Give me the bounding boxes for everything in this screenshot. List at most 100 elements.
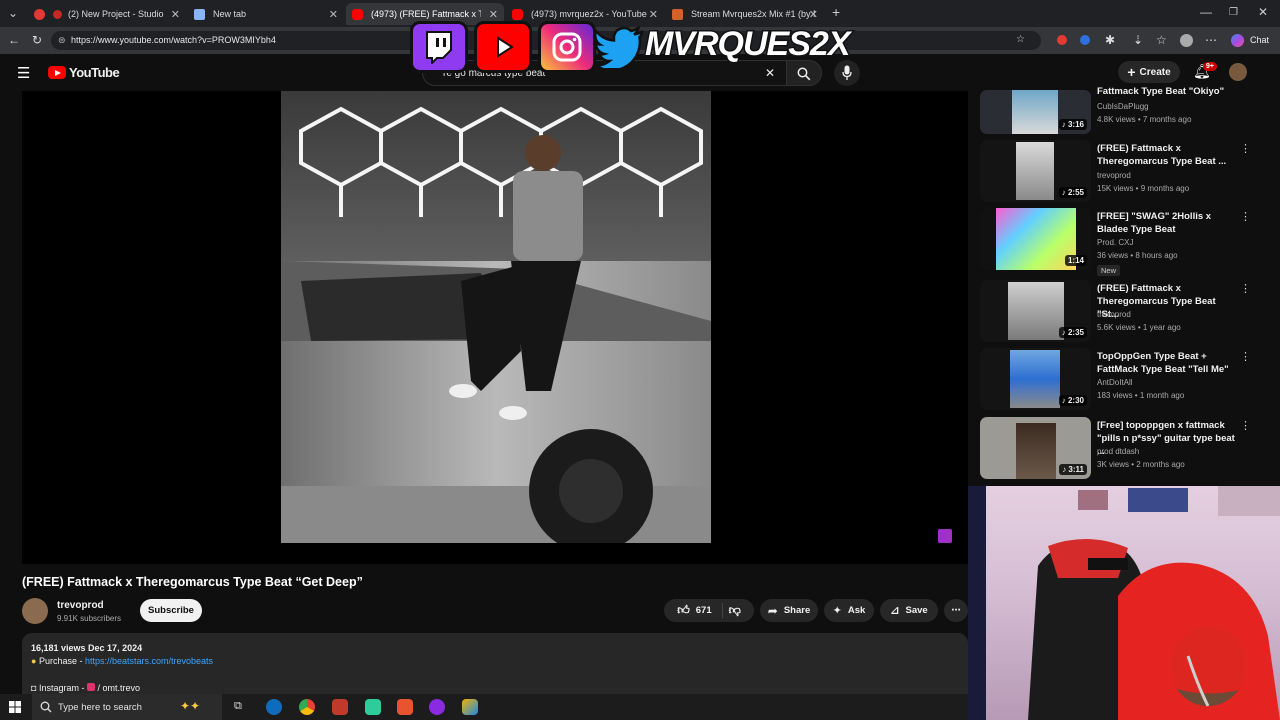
studio-icon: [34, 8, 45, 20]
youtube-logo-icon[interactable]: [48, 66, 66, 79]
more-vert-icon[interactable]: ⋮: [1240, 282, 1251, 295]
duration-badge: ♪ 3:11: [1059, 464, 1087, 475]
video-thumbnail[interactable]: ♪ 2:35: [980, 280, 1091, 342]
app-icon[interactable]: [365, 699, 381, 715]
video-title[interactable]: Fattmack Type Beat "Okiyo": [1097, 85, 1237, 98]
more-vert-icon[interactable]: ⋮: [1240, 419, 1251, 432]
minimize-icon[interactable]: —: [1200, 5, 1212, 19]
save-button[interactable]: ⊿ Save: [880, 599, 938, 622]
like-button[interactable]: 👍︎ 671: [677, 603, 723, 618]
dislike-button[interactable]: 👎︎: [729, 603, 741, 618]
list-item[interactable]: ♪ 2:55 (FREE) Fattmack x Theregomarcus T…: [980, 140, 1251, 202]
video-player[interactable]: [22, 91, 968, 564]
tab-newtab[interactable]: New tab ✕: [188, 3, 344, 25]
app-icon[interactable]: [429, 699, 445, 715]
description-box[interactable]: 16,181 views Dec 17, 2024 ● Purchase - h…: [22, 633, 968, 703]
channel-name[interactable]: trevoprod: [1097, 310, 1131, 319]
tab-search-chevron-icon[interactable]: ⌄: [8, 6, 18, 20]
video-title[interactable]: [FREE] "SWAG" 2Hollis x Bladee Type Beat: [1097, 210, 1237, 236]
instagram-link[interactable]: / omt.trevo: [98, 683, 141, 693]
webcam-overlay: [968, 486, 1280, 720]
duration-text: 2:30: [1067, 396, 1084, 405]
video-thumbnail[interactable]: 1:14: [980, 208, 1091, 270]
chrome-icon[interactable]: [299, 699, 315, 715]
reload-icon[interactable]: ↻: [32, 33, 42, 47]
video-title[interactable]: TopOppGen Type Beat + FattMack Type Beat…: [1097, 350, 1237, 376]
duration-badge: ♪ 2:30: [1058, 395, 1087, 406]
list-item[interactable]: ♪ 2:35 (FREE) Fattmack x Theregomarcus T…: [980, 280, 1251, 342]
more-horizontal-icon: ⋯: [951, 605, 961, 616]
app-icon[interactable]: [462, 699, 478, 715]
video-thumbnail[interactable]: ♪ 3:11: [980, 417, 1091, 479]
more-menu-icon[interactable]: ⋯: [1205, 33, 1217, 47]
chat-button[interactable]: Chat: [1250, 35, 1269, 45]
like-count: 671: [695, 605, 712, 616]
subscribe-button[interactable]: Subscribe: [140, 599, 202, 622]
list-item[interactable]: ♪ 2:30 TopOppGen Type Beat + FattMack Ty…: [980, 348, 1251, 410]
search-icon: [40, 701, 52, 713]
close-window-icon[interactable]: ✕: [1258, 5, 1268, 19]
share-button[interactable]: ➦ Share: [760, 599, 818, 622]
edge-icon[interactable]: [266, 699, 282, 715]
hamburger-menu-icon[interactable]: ☰: [17, 64, 30, 82]
video-meta: 4.8K views • 7 months ago: [1097, 115, 1192, 124]
channel-name[interactable]: Prod. CXJ: [1097, 238, 1133, 247]
bookmark-star-icon[interactable]: ☆: [1016, 34, 1025, 45]
extension-icon[interactable]: [1057, 35, 1067, 45]
channel-avatar[interactable]: [22, 598, 48, 624]
duration-badge: ♪ 3:16: [1058, 119, 1087, 130]
list-item[interactable]: 1:14 [FREE] "SWAG" 2Hollis x Bladee Type…: [980, 208, 1251, 276]
duration-text: 3:16: [1067, 120, 1084, 129]
video-frame-image: [281, 91, 711, 543]
duration-badge: ♪ 2:55: [1058, 187, 1087, 198]
duration-badge: ♪ 2:35: [1058, 327, 1087, 338]
more-vert-icon[interactable]: ⋮: [1240, 210, 1251, 223]
video-title[interactable]: (FREE) Fattmack x Theregomarcus Type Bea…: [1097, 142, 1237, 168]
profile-avatar[interactable]: [1180, 34, 1193, 47]
downloads-icon[interactable]: ⇣: [1133, 33, 1143, 47]
channel-name[interactable]: AntDoItAll: [1097, 378, 1133, 387]
task-view-icon[interactable]: ⧉: [234, 700, 242, 713]
channel-name[interactable]: prod dtdash: [1097, 447, 1139, 456]
duration-badge: 1:14: [1064, 255, 1087, 266]
list-item[interactable]: ♪ 3:16 Fattmack Type Beat "Okiyo" CubIsD…: [980, 75, 1250, 135]
instagram-label: Instagram -: [38, 683, 85, 693]
more-vert-icon[interactable]: ⋮: [1240, 142, 1251, 155]
url-text: https://www.youtube.com/watch?v=PROW3MIY…: [71, 35, 276, 45]
site-info-icon[interactable]: ⊜: [58, 35, 66, 46]
channel-name[interactable]: trevoprod: [1097, 171, 1131, 180]
close-tab-icon[interactable]: ✕: [329, 8, 338, 21]
favorites-icon[interactable]: ☆: [1156, 33, 1167, 47]
twitter-bird-icon: [594, 21, 644, 73]
taskbar-search-input[interactable]: Type here to search ✦✦: [32, 694, 222, 720]
overlay-sticker-icon: [938, 529, 952, 543]
app-icon[interactable]: [332, 699, 348, 715]
tab-studio[interactable]: (2) New Project - Studio ✕: [28, 3, 186, 25]
extension-icon[interactable]: [1080, 35, 1090, 45]
channel-name[interactable]: trevoprod: [57, 600, 104, 611]
more-actions-button[interactable]: ⋯: [944, 599, 968, 622]
stream-social-banner: MVRQUES2X: [410, 15, 852, 77]
duration-text: 2:55: [1067, 188, 1084, 197]
channel-name[interactable]: CubIsDaPlugg: [1097, 102, 1149, 111]
video-title: (FREE) Fattmack x Theregomarcus Type Bea…: [22, 575, 363, 589]
more-vert-icon[interactable]: ⋮: [1240, 350, 1251, 363]
purchase-link[interactable]: https://beatstars.com/trevobeats: [85, 656, 213, 666]
app-icon[interactable]: [397, 699, 413, 715]
youtube-logo-text[interactable]: YouTube: [69, 65, 120, 80]
extensions-puzzle-icon[interactable]: ✱: [1105, 33, 1115, 47]
instagram-icon: [538, 21, 596, 73]
video-thumbnail[interactable]: ♪ 3:16: [980, 90, 1091, 134]
close-tab-icon[interactable]: ✕: [171, 8, 180, 21]
maximize-icon[interactable]: ❐: [1229, 7, 1238, 18]
windows-start-icon[interactable]: [9, 701, 21, 713]
video-thumbnail[interactable]: ♪ 2:30: [980, 348, 1091, 410]
money-bag-icon: ●: [31, 656, 37, 666]
video-thumbnail[interactable]: ♪ 2:55: [980, 140, 1091, 202]
ask-button[interactable]: ✦ Ask: [824, 599, 874, 622]
new-badge: New: [1097, 265, 1121, 276]
list-item[interactable]: ♪ 3:11 [Free] topoppgen x fattmack "pill…: [980, 417, 1251, 479]
back-icon[interactable]: ←: [8, 33, 20, 47]
thumbs-down-icon: 👎︎: [728, 603, 741, 617]
purchase-label: Purchase -: [38, 656, 83, 666]
